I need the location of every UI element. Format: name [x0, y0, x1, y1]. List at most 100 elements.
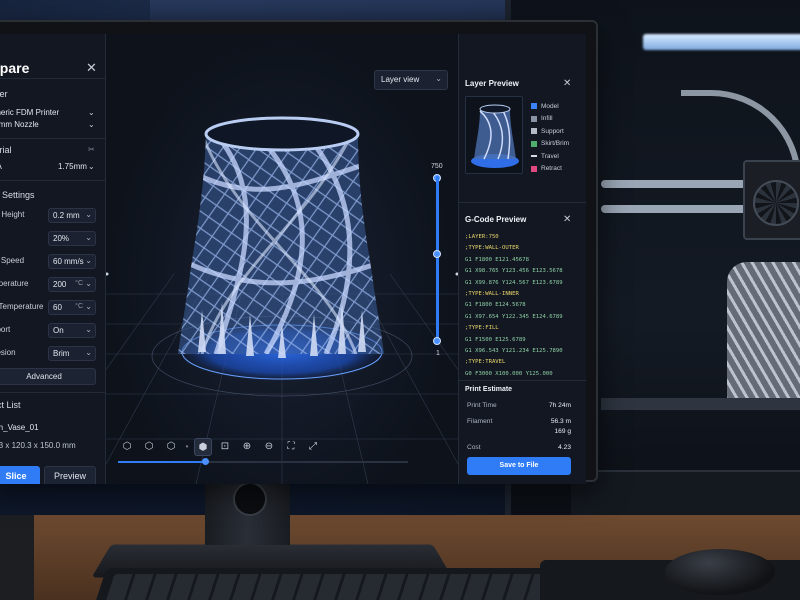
layer-slider-bottom-handle[interactable] [433, 337, 441, 345]
layer-slider-mid-handle[interactable] [433, 250, 441, 258]
filament-weight-value: 169 g [554, 428, 571, 435]
divider [0, 392, 106, 393]
print-estimate-title: Print Estimate [465, 386, 513, 393]
legend-label: Travel [541, 152, 559, 160]
printer-fan-icon [753, 180, 799, 226]
close-icon[interactable]: ✕ [563, 214, 571, 225]
filament-row: Filament 56.3 m [467, 418, 575, 425]
gcode-line: G1 X98.765 Y123.456 E123.5678 [465, 268, 563, 275]
unit-label: °C [75, 303, 83, 310]
nozzle-temperature-input[interactable]: 200 °C ⌄ [48, 277, 96, 292]
unit-label: °C [75, 280, 83, 287]
playback-handle[interactable] [202, 458, 209, 465]
divider [459, 202, 586, 203]
cost-label: Cost [467, 444, 481, 451]
separator-dot: • [185, 442, 189, 451]
layer-height-select[interactable]: 0.2 mm ⌄ [48, 208, 96, 223]
gcode-line: ;TYPE:TRAVEL [465, 359, 506, 366]
infill-select[interactable]: 20% ⌄ [48, 231, 96, 246]
setting-value: 60 [53, 303, 62, 312]
layer-min-label: 1 [436, 350, 440, 357]
legend-item: Retract [531, 163, 569, 176]
thumbnail-vase-icon [471, 104, 519, 168]
cube-iso-icon[interactable]: ⬡ [140, 438, 158, 456]
printer-base [571, 470, 800, 520]
setting-value: 60 mm/s [53, 257, 84, 266]
divider [0, 138, 106, 139]
gcode-line: G1 F1800 E121.45678 [465, 256, 529, 263]
printer-select[interactable]: eneric FDM Printer [0, 108, 59, 117]
print-speed-select[interactable]: 60 mm/s ⌄ [48, 254, 96, 269]
cost-row: Cost 4.23 [467, 444, 575, 451]
gcode-line: G1 X99.876 Y124.567 E123.6789 [465, 279, 563, 286]
setting-label: hesion [0, 348, 16, 357]
gcode-line: G1 X96.543 Y121.234 E125.7890 [465, 348, 563, 355]
close-icon[interactable]: ✕ [563, 78, 571, 89]
legend-swatch [531, 140, 537, 147]
layer-slider[interactable] [436, 176, 439, 341]
cube-side-icon[interactable]: ⬡ [162, 438, 180, 456]
gcode-line: G1 X97.654 Y122.345 E124.6789 [465, 313, 563, 320]
chevron-down-icon: ⌄ [85, 325, 92, 334]
scissors-icon[interactable]: ✂ [88, 145, 95, 154]
zoom-out-icon[interactable]: ⊖ [260, 438, 278, 456]
legend-item: Skirt/Brim [531, 138, 569, 151]
viewport-marker [106, 272, 109, 276]
adhesion-select[interactable]: Brim ⌄ [48, 346, 96, 361]
zoom-fit-icon[interactable]: ⊡ [216, 438, 234, 456]
view-mode-value: Layer view [381, 75, 420, 84]
cube-selected-icon[interactable]: ⬢ [194, 438, 212, 456]
gcode-line: ;TYPE:WALL-OUTER [465, 245, 519, 252]
print-time-value: 7h 24m [549, 402, 571, 409]
view-mode-select[interactable]: Layer view ⌄ [374, 70, 448, 90]
support-select[interactable]: On ⌄ [48, 323, 96, 338]
scene-render [106, 116, 458, 484]
legend-label: Infill [541, 115, 553, 123]
fit-frame-icon[interactable]: ⛶ [282, 438, 300, 456]
setting-label: d Temperature [0, 302, 44, 311]
divider [0, 78, 106, 79]
chevron-down-icon: ⌄ [85, 256, 92, 265]
filament-diameter[interactable]: 1.75mm [58, 162, 87, 171]
nozzle-select[interactable]: .4mm Nozzle [0, 120, 39, 129]
print-settings-section-title: nt Settings [0, 190, 35, 200]
fullscreen-icon[interactable]: ⤢ [304, 438, 322, 456]
gcode-line: ;TYPE:WALL-INNER [465, 291, 519, 298]
legend-label: Support [541, 127, 564, 135]
advanced-button[interactable]: Advanced [0, 368, 96, 385]
cube-front-icon[interactable]: ⬡ [118, 438, 136, 456]
divider [0, 180, 106, 181]
legend-item: Infill [531, 113, 569, 126]
setting-value: 20% [53, 234, 70, 243]
chevron-down-icon: ⌄ [435, 74, 442, 83]
3d-viewport[interactable]: Layer view ⌄ 750 1 ⬡ ⬡ ⬡ • ⬢ ⊡ ⊕ ⊖ ⛶ ⤢ [106, 34, 458, 484]
chevron-down-icon[interactable]: ⌄ [88, 120, 95, 129]
preview-button[interactable]: Preview [44, 466, 96, 484]
chevron-down-icon[interactable]: ⌄ [88, 162, 95, 171]
close-icon[interactable]: ✕ [86, 60, 97, 76]
setting-label: pport [0, 325, 11, 334]
gcode-line: ;TYPE:FILL [465, 325, 499, 332]
setting-value: 0.2 mm [53, 211, 80, 220]
filament-length-value: 56.3 m [550, 418, 571, 425]
bed-temperature-input[interactable]: 60 °C ⌄ [48, 300, 96, 315]
preview-panel: Layer Preview ✕ Model Infill Support Ski… [458, 34, 586, 484]
chevron-down-icon[interactable]: ⌄ [88, 108, 95, 117]
object-list-section-title: ect List [0, 400, 21, 410]
layer-preview-title: Layer Preview [465, 79, 519, 88]
panel-title: epare [0, 60, 30, 76]
setting-value: 200 [53, 280, 67, 289]
layer-max-label: 750 [431, 163, 443, 170]
setting-label: mperature [0, 279, 29, 288]
legend-swatch [531, 155, 537, 158]
slice-button[interactable]: Slice [0, 466, 40, 484]
object-name[interactable]: ath_Vase_01 [0, 423, 39, 432]
chevron-down-icon: ⌄ [85, 210, 92, 219]
chevron-down-icon: ⌄ [85, 302, 92, 311]
save-to-file-button[interactable]: Save to File [467, 457, 571, 475]
material-select[interactable]: LA [0, 162, 2, 171]
legend-label: Model [541, 102, 559, 110]
zoom-in-icon[interactable]: ⊕ [238, 438, 256, 456]
legend-swatch [531, 103, 537, 110]
printer-section-title: nter [0, 89, 8, 99]
